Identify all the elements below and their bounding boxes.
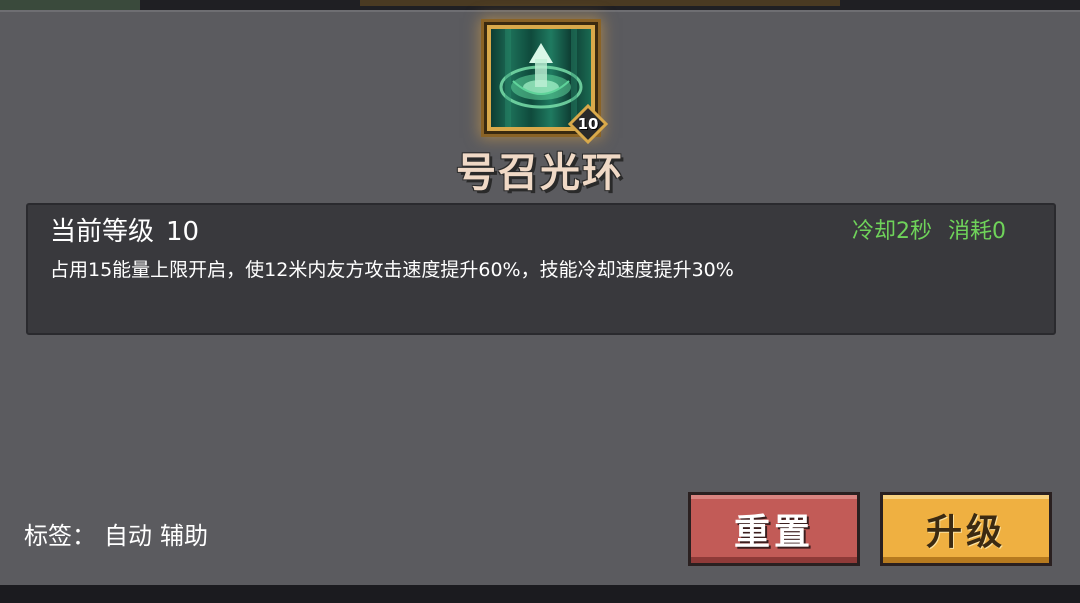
upgrade-button[interactable]: 升级 — [880, 492, 1052, 566]
current-level-line: 当前等级 10 — [50, 211, 199, 248]
current-level-label: 当前等级 — [50, 217, 155, 247]
skill-tags: 标签： 自动 辅助 — [24, 516, 208, 551]
tag-item: 自动 — [104, 522, 152, 550]
level-badge-value: 10 — [577, 115, 599, 133]
reset-button[interactable]: 重置 — [688, 492, 860, 566]
cooldown-cost-line: 冷却2秒 消耗0 — [852, 213, 1006, 245]
top-background-strip — [0, 0, 1080, 10]
skill-description-text: 占用15能量上限开启，使12米内友方攻击速度提升60%，技能冷却速度提升30% — [50, 259, 734, 281]
skill-description-box: 当前等级 10 冷却2秒 消耗0 占用15能量上限开启，使12米内友方攻击速度提升6… — [26, 203, 1056, 335]
tag-item: 辅助 — [160, 522, 208, 550]
cost-text: 消耗0 — [948, 219, 1006, 244]
skill-title: 号召光环 — [456, 150, 624, 196]
current-level-value: 10 — [166, 217, 200, 247]
cooldown-text: 冷却2秒 — [852, 219, 932, 244]
background-detail — [0, 0, 140, 10]
background-detail — [360, 0, 840, 6]
tags-label: 标签： — [24, 522, 96, 550]
bottom-background-strip — [0, 585, 1080, 603]
